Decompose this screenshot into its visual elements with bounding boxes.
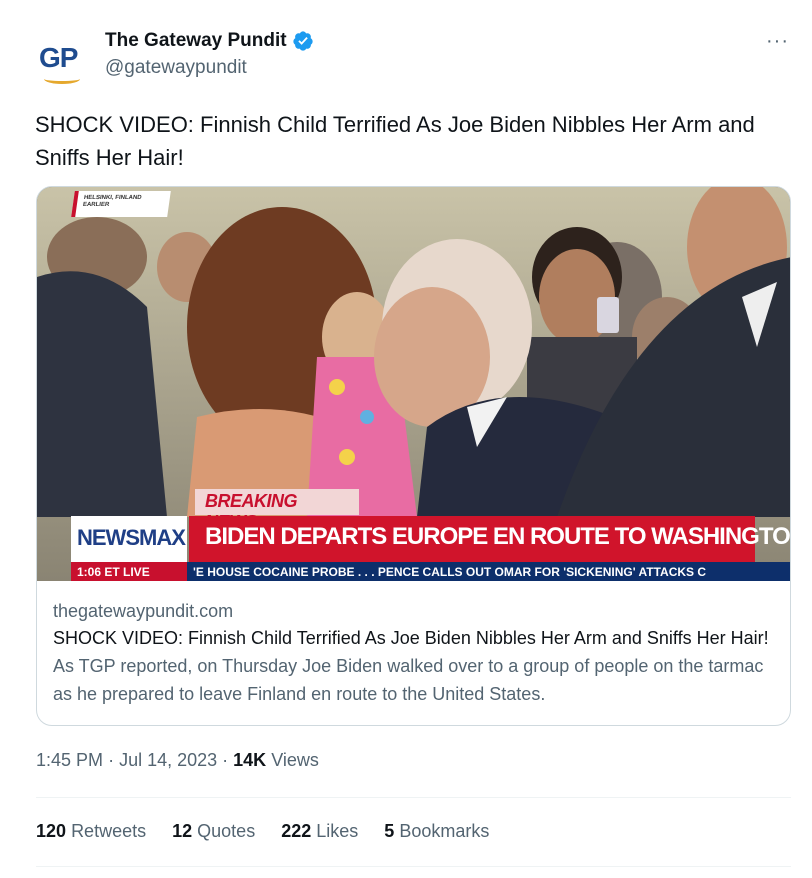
- avatar[interactable]: GP: [34, 34, 90, 90]
- author-handle[interactable]: @gatewaypundit: [105, 57, 247, 79]
- ticker-text: 'E HOUSE COCAINE PROBE . . . PENCE CALLS…: [193, 565, 707, 579]
- stat-likes[interactable]: 222 Likes: [281, 821, 358, 842]
- engagement-stats: 120 Retweets 12 Quotes 222 Likes 5 Bookm…: [36, 821, 515, 842]
- separator-dot: ·: [108, 750, 120, 770]
- views-count: 14K: [233, 750, 267, 770]
- ticker-time: 1:06 ET LIVE: [71, 562, 187, 581]
- breaking-news-label: BREAKING NEWS: [195, 489, 359, 532]
- stat-quotes[interactable]: 12 Quotes: [172, 821, 255, 842]
- location-tag: HELSINKI, FINLAND EARLIER: [71, 191, 171, 217]
- link-card[interactable]: HELSINKI, FINLAND EARLIER BREAKING NEWS …: [36, 186, 791, 726]
- author-display-name[interactable]: The Gateway Pundit: [105, 30, 287, 52]
- divider: [36, 866, 791, 867]
- divider: [36, 797, 791, 798]
- more-options-icon[interactable]: ···: [766, 30, 789, 53]
- author-name-row: The Gateway Pundit: [105, 30, 314, 52]
- card-image[interactable]: HELSINKI, FINLAND EARLIER BREAKING NEWS …: [37, 187, 791, 581]
- stat-bookmarks[interactable]: 5 Bookmarks: [384, 821, 489, 842]
- avatar-logo-text: GP: [39, 42, 78, 73]
- card-domain: thegatewaypundit.com: [53, 601, 234, 621]
- avatar-swoosh-icon: [44, 74, 80, 84]
- card-title: SHOCK VIDEO: Finnish Child Terrified As …: [53, 628, 769, 648]
- separator-dot: ·: [222, 750, 234, 770]
- stat-retweets[interactable]: 120 Retweets: [36, 821, 146, 842]
- views-label: Views: [271, 750, 319, 770]
- card-description: As TGP reported, on Thursday Joe Biden w…: [53, 656, 764, 704]
- verified-badge-icon: [292, 31, 313, 51]
- tweet-time[interactable]: 1:45 PM: [36, 750, 103, 770]
- timestamp-row: 1:45 PM · Jul 14, 2023 · 14K Views: [36, 750, 319, 771]
- card-meta: thegatewaypundit.com SHOCK VIDEO: Finnis…: [53, 598, 778, 708]
- network-logo: NEWSMAX: [77, 525, 186, 550]
- chyron-headline: BIDEN DEPARTS EUROPE EN ROUTE TO WASHING…: [205, 523, 791, 550]
- tweet-text: SHOCK VIDEO: Finnish Child Terrified As …: [35, 112, 755, 170]
- tweet-date[interactable]: Jul 14, 2023: [119, 750, 217, 770]
